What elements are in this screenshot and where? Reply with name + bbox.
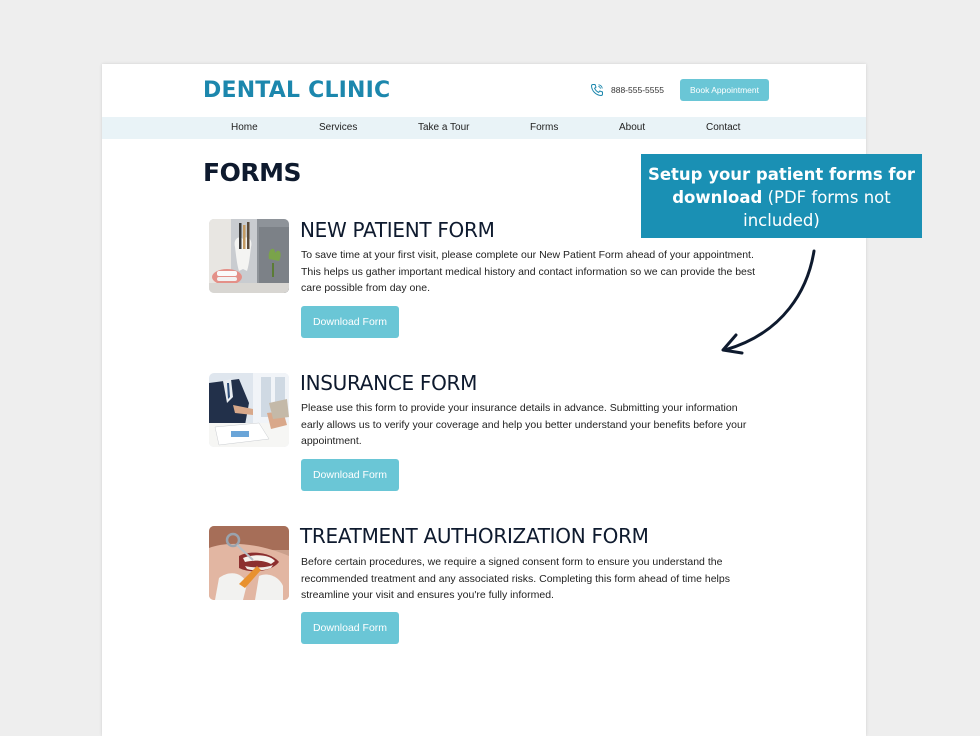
nav-home[interactable]: Home <box>231 122 258 133</box>
phone-number[interactable]: 888-555-5555 <box>611 85 664 95</box>
page-title: FORMS <box>203 158 301 187</box>
nav-contact[interactable]: Contact <box>706 122 740 133</box>
download-form-button[interactable]: Download Form <box>301 612 399 644</box>
form-description: To save time at your first visit, please… <box>301 249 756 295</box>
callout-normal-text: (PDF forms not included) <box>743 188 891 230</box>
site-logo[interactable]: DENTAL CLINIC <box>203 78 390 103</box>
curved-arrow-icon <box>721 249 816 355</box>
download-form-button[interactable]: Download Form <box>301 306 399 338</box>
dental-tools-image <box>209 219 289 293</box>
form-title: TREATMENT AUTHORIZATION FORM <box>300 524 649 548</box>
main-nav: Home Services Take a Tour Forms About Co… <box>102 117 866 139</box>
phone-icon <box>590 84 603 97</box>
form-title: NEW PATIENT FORM <box>300 218 495 242</box>
form-description: Before certain procedures, we require a … <box>301 556 730 602</box>
business-meeting-image <box>209 373 289 447</box>
form-description: Please use this form to provide your ins… <box>301 402 747 448</box>
book-appointment-button[interactable]: Book Appointment <box>680 79 769 101</box>
annotation-callout: Setup your patient forms for download (P… <box>641 154 922 238</box>
form-title: INSURANCE FORM <box>300 371 478 395</box>
nav-about[interactable]: About <box>619 122 645 133</box>
dental-exam-image <box>209 526 289 600</box>
nav-take-a-tour[interactable]: Take a Tour <box>418 122 470 133</box>
nav-services[interactable]: Services <box>319 122 357 133</box>
download-form-button[interactable]: Download Form <box>301 459 399 491</box>
nav-forms[interactable]: Forms <box>530 122 558 133</box>
